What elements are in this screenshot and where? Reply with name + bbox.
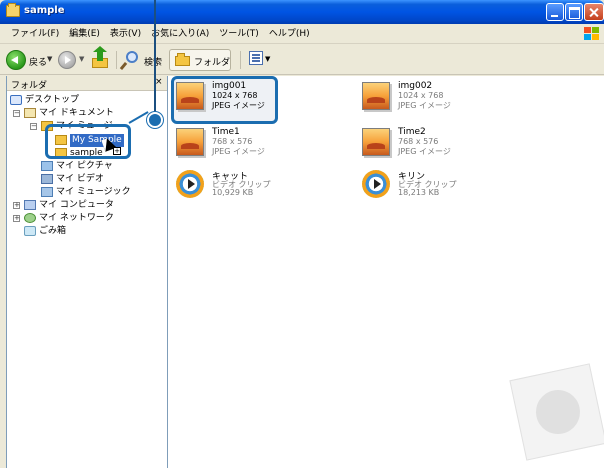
menu-help[interactable]: ヘルプ(H) [264,24,315,44]
folders-icon [175,53,190,66]
search-button[interactable] [119,50,141,71]
menu-bar: ファイル(F) 編集(E) 表示(V) お気に入り(A) ツール(T) ヘルプ(… [0,24,604,44]
menu-file[interactable]: ファイル(F) [6,24,64,44]
expand-icon[interactable]: + [13,215,20,222]
jpeg-image-icon [362,82,390,110]
tree-item-label: マイ ドキュメント [39,108,114,118]
views-dropdown-icon[interactable]: ▼ [265,55,270,63]
tree-item-label: デスクトップ [25,95,80,105]
pictures-icon [41,161,53,171]
recycle-bin-icon [24,226,36,236]
close-button[interactable] [584,3,604,21]
maximize-button[interactable] [565,3,583,21]
back-button[interactable] [6,50,26,70]
watermark-logo [509,363,604,461]
jpeg-image-icon [176,128,204,156]
back-dropdown-icon[interactable]: ▼ [47,55,52,63]
tree-item-label: マイ ネットワーク [39,213,114,223]
minimize-button[interactable] [546,3,564,21]
file-size: 18,213 KB [398,188,440,197]
file-type: JPEG イメージ [212,101,265,110]
collapse-icon[interactable]: − [30,123,37,130]
file-item-cat[interactable]: キャット ビデオ クリップ 10,929 KB [168,164,328,204]
menu-view[interactable]: 表示(V) [105,24,146,44]
file-type: JPEG イメージ [398,147,451,156]
video-clip-icon [362,170,390,198]
file-item-giraffe[interactable]: キリン ビデオ クリップ 18,213 KB [354,164,514,204]
tree-item-my-pictures[interactable]: マイ ピクチャ [10,160,160,173]
callout-leader-line [154,0,156,112]
file-type: JPEG イメージ [212,147,265,156]
file-name: img002 [398,81,433,91]
search-icon [126,51,138,63]
forward-dropdown-icon[interactable]: ▼ [79,55,84,63]
file-name: Time1 [212,127,240,137]
tree-item-my-video[interactable]: マイ ビデオ [10,173,160,186]
tree-item-my-music[interactable]: マイ ミュージック [10,186,160,199]
file-dimensions: 768 x 576 [398,137,439,146]
file-item-time2[interactable]: Time2 768 x 576 JPEG イメージ [354,122,514,162]
callout-dot [147,112,163,128]
menu-edit[interactable]: 編集(E) [64,24,105,44]
toolbar-separator [240,51,241,69]
search-label[interactable]: 検索 [144,55,162,68]
up-arrow-icon [93,46,107,61]
folder-pane-header: フォルダ × [7,76,167,91]
file-item-img001[interactable]: img001 1024 x 768 JPEG イメージ [168,76,328,124]
close-pane-icon[interactable]: × [155,77,163,87]
folder-pane-title: フォルダ [11,81,48,91]
menu-favorites[interactable]: お気に入り(A) [146,24,214,44]
tree-item-desktop[interactable]: デスクトップ [10,94,160,107]
tree-item-label: マイ ビデオ [56,174,104,184]
my-documents-icon [24,108,36,118]
file-type: JPEG イメージ [398,101,451,110]
jpeg-image-icon [176,82,204,110]
views-button[interactable] [249,51,263,65]
music-icon [41,187,53,197]
file-item-time1[interactable]: Time1 768 x 576 JPEG イメージ [168,122,328,162]
desktop-icon [10,95,22,105]
tree-item-my-computer[interactable]: + マイ コンピュータ [10,199,160,212]
forward-button[interactable] [58,51,76,69]
file-size: 10,929 KB [212,188,254,197]
tree-item-my-network[interactable]: + マイ ネットワーク [10,212,160,225]
folders-button[interactable]: フォルダ [169,49,231,71]
tree-item-recycle-bin[interactable]: ごみ箱 [10,225,160,238]
windows-logo-icon [584,27,600,41]
search-icon-handle [119,61,128,71]
collapse-icon[interactable]: − [13,110,20,117]
file-name: Time2 [398,127,426,137]
drag-copy-plus-icon: + [113,147,121,155]
computer-icon [24,200,36,210]
folder-icon [6,3,20,17]
file-dimensions: 1024 x 768 [398,91,444,100]
toolbar-separator [116,51,117,69]
up-folder-button[interactable] [91,46,111,70]
menu-tools[interactable]: ツール(T) [214,24,264,44]
title-bar[interactable]: sample [0,0,604,24]
tree-item-label: マイ コンピュータ [39,200,114,210]
file-name: img001 [212,81,247,91]
expand-icon[interactable]: + [13,202,20,209]
toolbar: 戻る ▼ ▼ 検索 フォルダ ▼ [0,45,604,75]
back-label[interactable]: 戻る [29,55,47,68]
window-title: sample [24,5,65,16]
tree-item-label: マイ ミュージック [56,187,131,197]
tree-item-label: ごみ箱 [39,226,67,236]
jpeg-image-icon [362,128,390,156]
file-dimensions: 1024 x 768 [212,91,258,100]
folders-label: フォルダ [194,58,231,68]
video-clip-icon [176,170,204,198]
video-icon [41,174,53,184]
network-icon [24,213,36,223]
tree-item-label: マイ ピクチャ [56,161,113,171]
explorer-window: sample ファイル(F) 編集(E) 表示(V) お気に入り(A) ツール(… [0,0,604,468]
file-item-img002[interactable]: img002 1024 x 768 JPEG イメージ [354,76,514,116]
file-dimensions: 768 x 576 [212,137,253,146]
